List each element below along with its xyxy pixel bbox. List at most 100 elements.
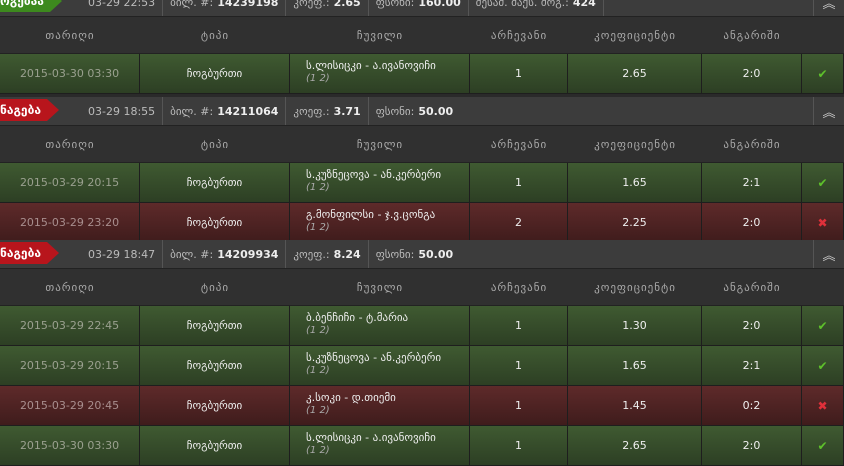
- col-type: ტიპი: [200, 280, 230, 294]
- row-score: 0:2: [702, 386, 802, 425]
- row-event: ს.ლისიცკი - ა.ივანოვიჩი (1 2): [290, 54, 470, 93]
- row-event: კ.სოკი - დ.თიემი (1 2): [290, 386, 470, 425]
- row-type: ჩოგბურთი: [140, 203, 290, 242]
- col-type: ტიპი: [200, 28, 230, 42]
- row-odds: 2.25: [568, 203, 702, 242]
- col-date: თარიღი: [45, 28, 95, 42]
- coupon-1: ოგებაა 03-29 22:53 ბილ. #: 14239198 კოეფ.…: [0, 0, 844, 94]
- row-event: ს.კუზნეცოვა - ან.კერბერი (1 2): [290, 163, 470, 202]
- coupon-header[interactable]: ნაგება 03-29 18:47 ბილ. #: 14209934 კოეფ.…: [0, 240, 844, 269]
- col-type: ტიპი: [200, 137, 230, 151]
- row-score: 2:0: [702, 203, 802, 242]
- check-icon: ✔: [817, 358, 828, 373]
- col-date: თარიღი: [45, 137, 95, 151]
- row-odds: 1.45: [568, 386, 702, 425]
- row-choice: 1: [470, 54, 568, 93]
- col-score: ანგარიში: [723, 280, 781, 294]
- col-date: თარიღი: [45, 280, 95, 294]
- row-score: 2:0: [702, 306, 802, 345]
- table-header: თარიღი ტიპი ჩუვილი არჩევანი კოეფიციენტი …: [0, 269, 844, 306]
- row-score: 2:1: [702, 163, 802, 202]
- row-score: 2:1: [702, 346, 802, 385]
- col-choice: არჩევანი: [490, 137, 548, 151]
- row-event: ს.კუზნეცოვა - ან.კერბერი (1 2): [290, 346, 470, 385]
- table-row: 2015-03-29 20:15 ჩოგბურთი ს.კუზნეცოვა - …: [0, 346, 844, 386]
- coupon-header[interactable]: ნაგება 03-29 18:55 ბილ. #: 14211064 კოეფ.…: [0, 97, 844, 126]
- status-badge-label: ნაგება: [0, 99, 47, 121]
- row-odds: 2.65: [568, 54, 702, 93]
- ticket-number: ბილ. #: 14209934: [163, 240, 287, 268]
- row-odds: 1.30: [568, 306, 702, 345]
- row-choice: 1: [470, 306, 568, 345]
- coupon-coef: კოეფ.: 8.24: [286, 240, 369, 268]
- cross-icon: ✖: [817, 398, 828, 413]
- col-odds: კოეფიციენტი: [594, 28, 676, 42]
- row-odds: 1.65: [568, 346, 702, 385]
- row-type: ჩოგბურთი: [140, 54, 290, 93]
- double-chevron-up-icon[interactable]: ︽: [813, 240, 844, 268]
- row-choice: 1: [470, 386, 568, 425]
- row-date: 2015-03-30 03:30: [0, 426, 140, 465]
- row-date: 2015-03-29 20:15: [0, 163, 140, 202]
- check-icon: ✔: [817, 175, 828, 190]
- row-event: გ.მონფილსი - ჯ.ვ.ცონგა (1 2): [290, 203, 470, 242]
- coupon-stake: ფსონი: 160.00: [369, 0, 469, 16]
- table-row: 2015-03-29 23:20 ჩოგბურთი გ.მონფილსი - ჯ…: [0, 203, 844, 243]
- row-choice: 1: [470, 346, 568, 385]
- col-odds: კოეფიციენტი: [594, 137, 676, 151]
- check-icon: ✔: [817, 66, 828, 81]
- coupon-info: 03-29 18:55 ბილ. #: 14211064 კოეფ.: 3.71 ფ…: [88, 97, 460, 125]
- row-type: ჩოგბურთი: [140, 306, 290, 345]
- row-date: 2015-03-29 20:15: [0, 346, 140, 385]
- check-icon: ✔: [817, 318, 828, 333]
- check-icon: ✔: [817, 438, 828, 453]
- col-choice: არჩევანი: [490, 28, 548, 42]
- col-event: ჩუვილი: [356, 28, 404, 42]
- row-date: 2015-03-29 20:45: [0, 386, 140, 425]
- col-event: ჩუვილი: [356, 137, 404, 151]
- ticket-number: ბილ. #: 14211064: [163, 97, 287, 125]
- table-row: 2015-03-29 20:15 ჩოგბურთი ს.კუზნეცოვა - …: [0, 163, 844, 203]
- table-row: 2015-03-30 03:30 ჩოგბურთი ს.ლისიცკი - ა.…: [0, 426, 844, 466]
- row-type: ჩოგბურთი: [140, 386, 290, 425]
- table-row: 2015-03-30 03:30 ჩოგბურთი ს.ლისიცკი - ა.…: [0, 54, 844, 94]
- coupon-info: 03-29 22:53 ბილ. #: 14239198 კოეფ.: 2.65 ფ…: [88, 0, 604, 16]
- row-choice: 2: [470, 203, 568, 242]
- coupon-datetime: 03-29 18:47: [88, 240, 164, 268]
- double-chevron-up-icon[interactable]: ︽: [813, 0, 844, 16]
- table-row: 2015-03-29 20:45 ჩოგბურთი კ.სოკი - დ.თიე…: [0, 386, 844, 426]
- row-event: ბ.ბენჩიჩი - ტ.მარია (1 2): [290, 306, 470, 345]
- table-header: თარიღი ტიპი ჩუვილი არჩევანი კოეფიციენტი …: [0, 17, 844, 54]
- row-date: 2015-03-29 23:20: [0, 203, 140, 242]
- coupon-info: 03-29 18:47 ბილ. #: 14209934 კოეფ.: 8.24 ფ…: [88, 240, 460, 268]
- row-type: ჩოგბურთი: [140, 163, 290, 202]
- row-type: ჩოგბურთი: [140, 346, 290, 385]
- row-choice: 1: [470, 163, 568, 202]
- row-date: 2015-03-29 22:45: [0, 306, 140, 345]
- row-event: ს.ლისიცკი - ა.ივანოვიჩი (1 2): [290, 426, 470, 465]
- col-score: ანგარიში: [723, 28, 781, 42]
- coupon-header[interactable]: ოგებაა 03-29 22:53 ბილ. #: 14239198 კოეფ.…: [0, 0, 844, 17]
- coupon-3: ნაგება 03-29 18:47 ბილ. #: 14209934 კოეფ.…: [0, 240, 844, 466]
- coupon-datetime: 03-29 18:55: [88, 97, 164, 125]
- status-badge-label: ნაგება: [0, 242, 47, 264]
- coupon-stake: ფსონი: 50.00: [375, 104, 454, 118]
- coupon-coef: კოეფ.: 2.65: [286, 0, 369, 16]
- col-score: ანგარიში: [723, 137, 781, 151]
- cross-icon: ✖: [817, 215, 828, 230]
- status-badge-label: ოგებაა: [0, 0, 50, 12]
- coupon-coef: კოეფ.: 3.71: [286, 97, 369, 125]
- coupon-2: ნაგება 03-29 18:55 ბილ. #: 14211064 კოეფ.…: [0, 97, 844, 243]
- status-badge: ოგებაა: [0, 0, 62, 12]
- col-odds: კოეფიციენტი: [594, 280, 676, 294]
- double-chevron-up-icon[interactable]: ︽: [813, 97, 844, 125]
- row-type: ჩოგბურთი: [140, 426, 290, 465]
- coupon-stake: ფსონი: 50.00: [375, 247, 454, 261]
- row-score: 2:0: [702, 54, 802, 93]
- row-choice: 1: [470, 426, 568, 465]
- status-badge: ნაგება: [0, 99, 59, 121]
- row-date: 2015-03-30 03:30: [0, 54, 140, 93]
- col-event: ჩუვილი: [356, 280, 404, 294]
- status-badge: ნაგება: [0, 242, 59, 264]
- coupon-datetime: 03-29 22:53: [88, 0, 164, 16]
